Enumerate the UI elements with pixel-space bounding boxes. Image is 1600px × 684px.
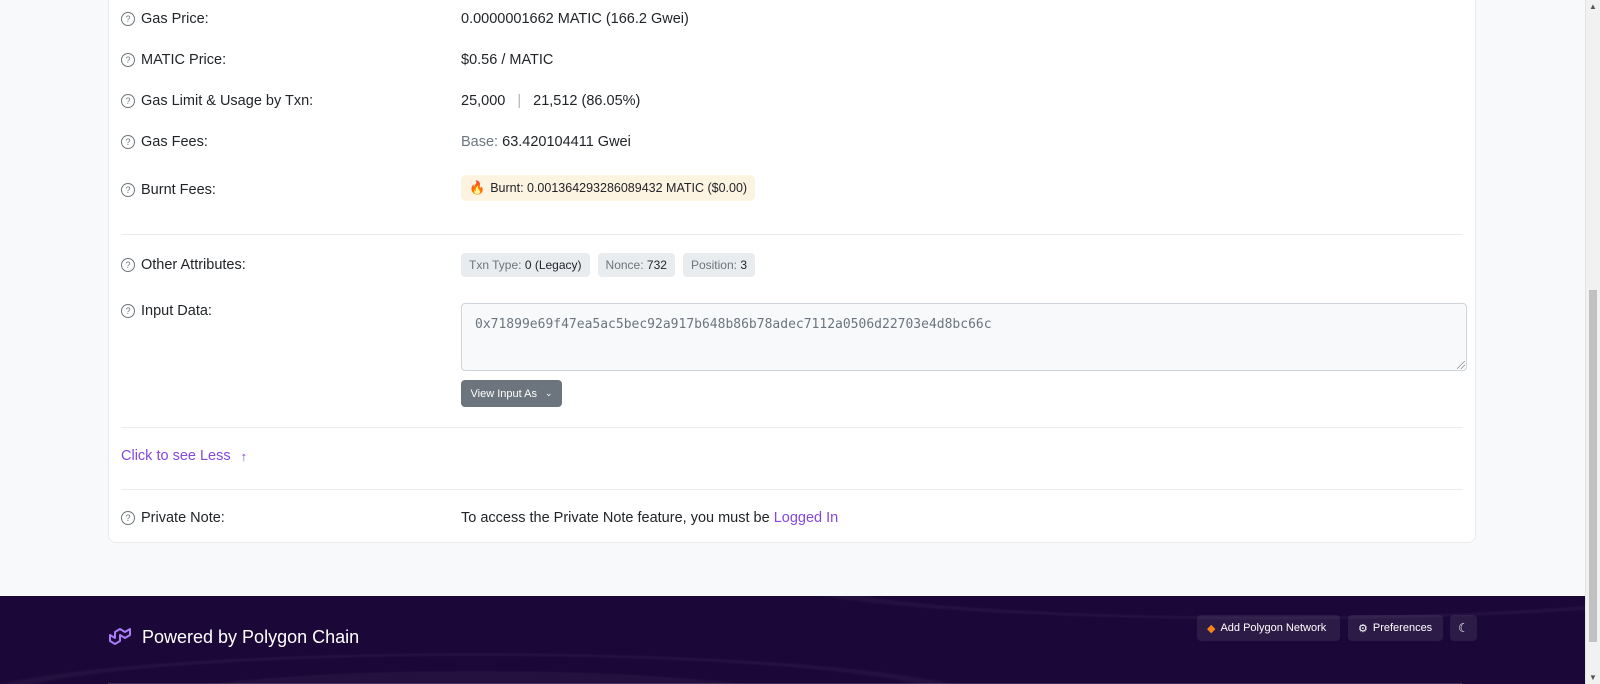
burnt-fees-value: Burnt: 0.001364293286089432 MATIC ($0.00… (490, 181, 748, 195)
see-less-link[interactable]: Click to see Less ↑ (121, 448, 247, 464)
other-attributes-label: Other Attributes: (141, 257, 246, 273)
private-note-text: To access the Private Note feature, you … (461, 510, 770, 526)
help-icon[interactable]: ? (121, 12, 135, 26)
txn-type-badge: Txn Type: 0 (Legacy) (461, 253, 590, 277)
help-icon[interactable]: ? (121, 304, 135, 318)
input-data-label: Input Data: (141, 303, 212, 319)
see-less-row: Click to see Less ↑ (121, 448, 1463, 464)
help-icon[interactable]: ? (121, 511, 135, 525)
help-icon[interactable]: ? (121, 183, 135, 197)
help-icon[interactable]: ? (121, 135, 135, 149)
footer-brand: Powered by Polygon Chain (108, 626, 359, 648)
base-fee-label: Base: (461, 134, 499, 150)
metamask-icon: ◆ (1207, 622, 1216, 635)
footer-brand-text: Powered by Polygon Chain (142, 626, 360, 647)
burnt-fees-label: Burnt Fees: (141, 182, 216, 198)
scroll-down-icon[interactable]: ▼ (1589, 673, 1597, 682)
page-scrollbar[interactable]: ▲ ▼ (1585, 0, 1600, 684)
gas-fees-row: ? Gas Fees: Base: 63.420104411 Gwei (121, 134, 1463, 150)
matic-price-label: MATIC Price: (141, 52, 227, 68)
preferences-button[interactable]: ⚙ Preferences (1348, 615, 1443, 641)
help-icon[interactable]: ? (121, 258, 135, 272)
dark-mode-toggle[interactable]: ☾ (1450, 615, 1477, 641)
gears-icon: ⚙ (1358, 622, 1368, 635)
add-polygon-network-button[interactable]: ◆ Add Polygon Network (1197, 615, 1340, 641)
matic-price-row: ? MATIC Price: $0.56 / MATIC (121, 52, 1463, 68)
gas-limit-label: Gas Limit & Usage by Txn: (141, 93, 314, 109)
transaction-details-card: ? Gas Price: 0.0000001662 MATIC (166.2 Gw… (108, 0, 1476, 543)
chevron-down-icon: ⌄ (544, 388, 553, 398)
divider (121, 234, 1463, 235)
private-note-label: Private Note: (141, 510, 225, 526)
gas-usage-value: 21,512 (86.05%) (533, 93, 641, 109)
resize-handle-icon[interactable] (1457, 361, 1465, 369)
help-icon[interactable]: ? (121, 94, 135, 108)
gas-separator: | (517, 93, 522, 109)
input-data-value: 0x71899e69f47ea5ac5bec92a917b648b86b78ad… (475, 317, 992, 332)
arrow-up-icon: ↑ (240, 448, 248, 464)
nonce-badge: Nonce: 732 (597, 253, 675, 277)
base-fee-value: 63.420104411 Gwei (502, 134, 631, 150)
scroll-up-icon[interactable]: ▲ (1589, 2, 1597, 11)
burnt-fees-badge: 🔥 Burnt: 0.001364293286089432 MATIC ($0.0… (461, 175, 756, 201)
position-badge: Position: 3 (682, 253, 755, 277)
scrollbar-thumb[interactable] (1589, 290, 1597, 642)
burnt-fees-row: ? Burnt Fees: 🔥 Burnt: 0.00136429328608943… (121, 175, 1463, 201)
matic-price-value: $0.56 / MATIC (461, 52, 554, 68)
flame-icon: 🔥 (469, 180, 486, 195)
input-data-textarea[interactable]: 0x71899e69f47ea5ac5bec92a917b648b86b78ad… (461, 303, 1467, 371)
private-note-row: ? Private Note: To access the Private Not… (121, 510, 1463, 526)
divider (121, 427, 1463, 428)
polygon-logo-icon (109, 628, 131, 645)
other-attributes-row: ? Other Attributes: Txn Type: 0 (Legacy) N… (121, 253, 1463, 277)
footer: Powered by Polygon Chain ◆ Add Polygon Ne… (0, 596, 1586, 684)
gas-price-value: 0.0000001662 MATIC (166.2 Gwei) (461, 11, 689, 27)
gas-fees-label: Gas Fees: (141, 134, 208, 150)
gas-limit-value: 25,000 (461, 93, 506, 109)
moon-icon: ☾ (1458, 621, 1469, 635)
gas-price-row: ? Gas Price: 0.0000001662 MATIC (166.2 Gw… (121, 11, 1463, 27)
view-input-as-button[interactable]: View Input As ⌄ (461, 380, 562, 407)
help-icon[interactable]: ? (121, 53, 135, 67)
gas-limit-row: ? Gas Limit & Usage by Txn: 25,000 | 21,512… (121, 93, 1463, 109)
gas-price-label: Gas Price: (141, 11, 209, 27)
divider (121, 489, 1463, 490)
logged-in-link[interactable]: Logged In (774, 510, 839, 526)
